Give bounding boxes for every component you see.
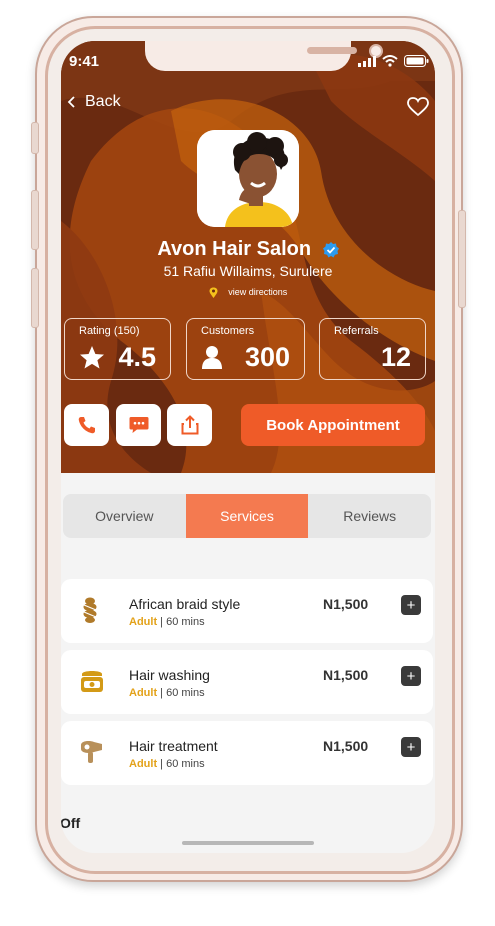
star-icon bbox=[80, 346, 104, 369]
message-button[interactable] bbox=[116, 404, 161, 446]
hair-wash-icon bbox=[81, 671, 103, 692]
service-item[interactable]: Hair treatment Adult | 60 mins N1,500 + bbox=[61, 721, 433, 785]
chevron-left-icon bbox=[67, 96, 75, 108]
salon-avatar bbox=[197, 130, 299, 227]
hero-header: 9:41 Back Avon Hair Salon 51 Rafiu Willa… bbox=[61, 41, 435, 473]
side-button bbox=[458, 210, 466, 308]
service-meta: Adult | 60 mins bbox=[129, 758, 205, 770]
share-icon bbox=[181, 415, 198, 435]
rating-value: 4.5 bbox=[118, 342, 156, 372]
home-indicator[interactable] bbox=[182, 841, 314, 845]
app-screen: 9:41 Back Avon Hair Salon 51 Rafiu Willa… bbox=[61, 41, 435, 853]
signal-icon bbox=[358, 55, 376, 67]
braid-icon bbox=[83, 597, 97, 623]
add-service-button[interactable]: + bbox=[401, 595, 421, 615]
salon-name: Avon Hair Salon bbox=[157, 238, 312, 260]
salon-name-row: Avon Hair Salon bbox=[61, 238, 435, 261]
service-item[interactable]: African braid style Adult | 60 mins N1,5… bbox=[61, 579, 433, 643]
service-name: Hair washing bbox=[129, 667, 210, 683]
referrals-value: 12 bbox=[380, 342, 411, 372]
speaker bbox=[307, 47, 357, 54]
service-name: African braid style bbox=[129, 596, 241, 612]
heart-icon[interactable] bbox=[407, 97, 429, 117]
service-meta: Adult | 60 mins bbox=[129, 687, 205, 699]
referrals-label: Referrals bbox=[334, 325, 379, 337]
service-category: Adult bbox=[129, 616, 158, 628]
service-duration: | 60 mins bbox=[160, 758, 205, 770]
customers-card: Customers 300 bbox=[186, 318, 305, 380]
side-button bbox=[31, 268, 39, 328]
book-appointment-button[interactable]: Book Appointment bbox=[241, 404, 425, 446]
call-button[interactable] bbox=[64, 404, 109, 446]
service-price: N1,500 bbox=[323, 667, 369, 683]
battery-icon bbox=[404, 55, 429, 67]
wifi-icon bbox=[382, 55, 398, 67]
service-meta: Adult | 60 mins bbox=[129, 616, 205, 628]
tab-services[interactable]: Services bbox=[185, 494, 309, 538]
referrals-card: Referrals 12 bbox=[319, 318, 426, 380]
add-service-button[interactable]: + bbox=[401, 737, 421, 757]
customers-label: Customers bbox=[201, 325, 255, 337]
back-button[interactable]: Back bbox=[67, 93, 121, 111]
location-pin-icon bbox=[209, 287, 218, 299]
service-price: N1,500 bbox=[323, 738, 369, 754]
service-category: Adult bbox=[129, 758, 158, 770]
back-label: Back bbox=[85, 93, 121, 110]
service-item[interactable]: Hair washing Adult | 60 mins N1,500 + bbox=[61, 650, 433, 714]
service-duration: | 60 mins bbox=[160, 687, 205, 699]
service-duration: | 60 mins bbox=[160, 616, 205, 628]
user-icon bbox=[202, 346, 222, 369]
verified-badge-icon bbox=[322, 241, 339, 258]
salon-address: 51 Rafiu Willaims, Surulere bbox=[163, 263, 333, 279]
profile-photo bbox=[197, 130, 299, 227]
device-notch bbox=[145, 41, 383, 71]
customers-value: 300 bbox=[244, 342, 290, 372]
rating-label: Rating (150) bbox=[79, 325, 140, 337]
tab-reviews[interactable]: Reviews bbox=[308, 494, 431, 538]
rating-card: Rating (150) 4.5 bbox=[64, 318, 171, 380]
service-name: Hair treatment bbox=[129, 738, 218, 754]
status-time: 9:41 bbox=[69, 53, 100, 70]
phone-icon bbox=[78, 417, 95, 434]
view-directions-link[interactable]: view directions bbox=[61, 287, 435, 299]
tab-overview[interactable]: Overview bbox=[63, 494, 186, 538]
share-button[interactable] bbox=[167, 404, 212, 446]
side-button bbox=[31, 190, 39, 250]
offers-section-heading: Off bbox=[61, 815, 81, 831]
service-price: N1,500 bbox=[323, 596, 369, 612]
hair-dryer-icon bbox=[81, 741, 102, 763]
profile-tabs: Overview Services Reviews bbox=[63, 494, 431, 538]
add-service-button[interactable]: + bbox=[401, 666, 421, 686]
chat-icon bbox=[129, 417, 148, 433]
view-directions-label: view directions bbox=[228, 287, 288, 297]
status-icons bbox=[358, 55, 429, 67]
service-category: Adult bbox=[129, 687, 158, 699]
side-button bbox=[31, 122, 39, 154]
